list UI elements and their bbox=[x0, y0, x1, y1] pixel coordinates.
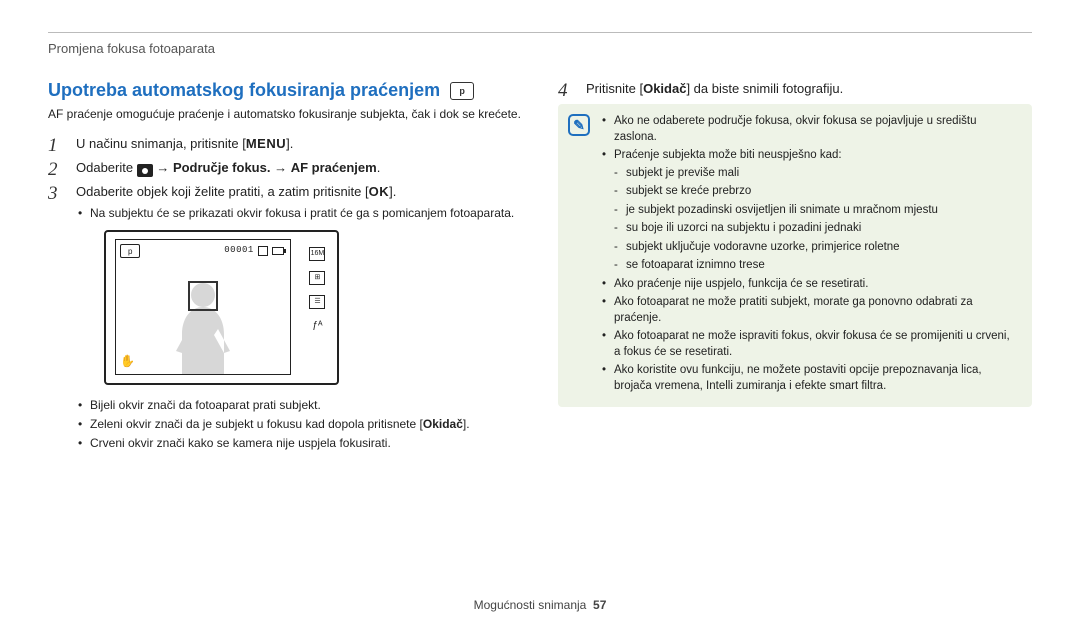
footer-section: Mogućnosti snimanja bbox=[474, 598, 587, 612]
section-title-text: Upotreba automatskog fokusiranja praćenj… bbox=[48, 80, 440, 101]
preview-right-icons: 16M ⊞ ☰ ƒᴬ bbox=[309, 247, 325, 333]
flash-auto-icon: ƒᴬ bbox=[309, 319, 325, 333]
step-2-a: Odaberite bbox=[76, 160, 137, 175]
step-3-sublist: Na subjektu će se prikazati okvir fokusa… bbox=[76, 205, 522, 221]
sd-card-icon bbox=[258, 246, 268, 256]
info-b2-sublist: subjekt je previše mali subjekt se kreće… bbox=[614, 166, 1018, 274]
info-b2-d: su boje ili uzorci na subjektu i pozadin… bbox=[614, 221, 1018, 237]
info-b2-b: subjekt se kreće prebrzo bbox=[614, 184, 1018, 200]
grid-icon: ⊞ bbox=[309, 271, 325, 285]
left-column: Upotreba automatskog fokusiranja praćenj… bbox=[48, 80, 522, 457]
step-4-c: ] da biste snimili fotografiju. bbox=[686, 81, 843, 96]
info-b2-text: Praćenje subjekta može biti neuspješno k… bbox=[614, 149, 842, 161]
step-1-text-b: ]. bbox=[286, 136, 293, 151]
anti-shake-icon: ✋ bbox=[120, 353, 135, 370]
legend-red: Crveni okvir znači kako se kamera nije u… bbox=[76, 435, 522, 451]
step-2-e: AF praćenjem bbox=[291, 160, 377, 175]
step-3-b: ]. bbox=[389, 184, 396, 199]
info-b4: Ako fotoaparat ne može pratiti subjekt, … bbox=[602, 295, 1018, 326]
step-4-a: Pritisnite [ bbox=[586, 81, 643, 96]
info-b2-a: subjekt je previše mali bbox=[614, 166, 1018, 182]
page-footer: Mogućnosti snimanja 57 bbox=[0, 598, 1080, 612]
step-1-text-a: U načinu snimanja, pritisnite [ bbox=[76, 136, 246, 151]
legend-list: Bijeli okvir znači da fotoaparat prati s… bbox=[76, 397, 522, 452]
preview-counter-row: 00001 bbox=[224, 244, 284, 257]
info-icon: ✎ bbox=[568, 114, 590, 136]
legend-green-shutter: Okidač bbox=[423, 417, 463, 431]
menu-label: MENU bbox=[246, 136, 286, 151]
preview-mode-badge: p bbox=[120, 244, 140, 258]
battery-icon bbox=[272, 247, 284, 255]
ok-label: OK bbox=[369, 184, 390, 199]
step-3-a: Odaberite objek koji želite pratiti, a z… bbox=[76, 184, 369, 199]
info-list: Ako ne odaberete područje fokusa, okvir … bbox=[602, 114, 1018, 394]
step-3: Odaberite objek koji želite pratiti, a z… bbox=[48, 183, 522, 451]
step-3-sub1: Na subjektu će se prikazati okvir fokusa… bbox=[76, 205, 522, 221]
info-b1: Ako ne odaberete područje fokusa, okvir … bbox=[602, 114, 1018, 145]
resolution-icon: 16M bbox=[309, 247, 325, 261]
legend-green: Zeleni okvir znači da je subjekt u fokus… bbox=[76, 416, 522, 432]
step-list-left: U načinu snimanja, pritisnite [MENU]. Od… bbox=[48, 135, 522, 452]
section-intro: AF praćenje omogućuje praćenje i automat… bbox=[48, 107, 522, 123]
step-2: Odaberite → Područje fokus. → AF praćenj… bbox=[48, 159, 522, 178]
info-b3: Ako praćenje nije uspjelo, funkcija će s… bbox=[602, 277, 1018, 293]
content-columns: Upotreba automatskog fokusiranja praćenj… bbox=[48, 80, 1032, 457]
step-2-d: → bbox=[270, 160, 290, 175]
info-b2-c: je subjekt pozadinski osvijetljen ili sn… bbox=[614, 203, 1018, 219]
legend-green-a: Zeleni okvir znači da je subjekt u fokus… bbox=[90, 417, 423, 431]
info-b5: Ako fotoaparat ne može ispraviti fokus, … bbox=[602, 329, 1018, 360]
info-b6: Ako koristite ovu funkciju, ne možete po… bbox=[602, 363, 1018, 394]
step-2-f: . bbox=[377, 160, 381, 175]
right-column: Pritisnite [Okidač] da biste snimili fot… bbox=[558, 80, 1032, 457]
header-rule bbox=[48, 32, 1032, 33]
camera-preview: p 00001 ✋ bbox=[104, 230, 339, 385]
header-label: Promjena fokusa fotoaparata bbox=[48, 41, 1032, 56]
step-4-shutter: Okidač bbox=[643, 81, 686, 96]
menu-lines-icon: ☰ bbox=[309, 295, 325, 309]
mode-icon: p bbox=[450, 82, 474, 100]
camera-icon bbox=[137, 164, 153, 177]
info-b2-f: se fotoaparat iznimno trese bbox=[614, 258, 1018, 274]
info-box: ✎ Ako ne odaberete područje fokusa, okvi… bbox=[558, 104, 1032, 407]
step-4: Pritisnite [Okidač] da biste snimili fot… bbox=[558, 80, 1032, 98]
section-title: Upotreba automatskog fokusiranja praćenj… bbox=[48, 80, 522, 101]
step-2-b: → bbox=[153, 160, 173, 175]
step-1: U načinu snimanja, pritisnite [MENU]. bbox=[48, 135, 522, 153]
preview-counter: 00001 bbox=[224, 244, 254, 257]
step-list-right: Pritisnite [Okidač] da biste snimili fot… bbox=[558, 80, 1032, 98]
legend-white: Bijeli okvir znači da fotoaparat prati s… bbox=[76, 397, 522, 413]
step-2-c: Područje fokus. bbox=[173, 160, 271, 175]
info-b2-e: subjekt uključuje vodoravne uzorke, prim… bbox=[614, 240, 1018, 256]
focus-frame-icon bbox=[188, 281, 218, 311]
legend-green-c: ]. bbox=[463, 417, 470, 431]
preview-inner: p 00001 ✋ bbox=[115, 239, 291, 375]
footer-page-number: 57 bbox=[593, 598, 606, 612]
info-b2: Praćenje subjekta može biti neuspješno k… bbox=[602, 148, 1018, 274]
